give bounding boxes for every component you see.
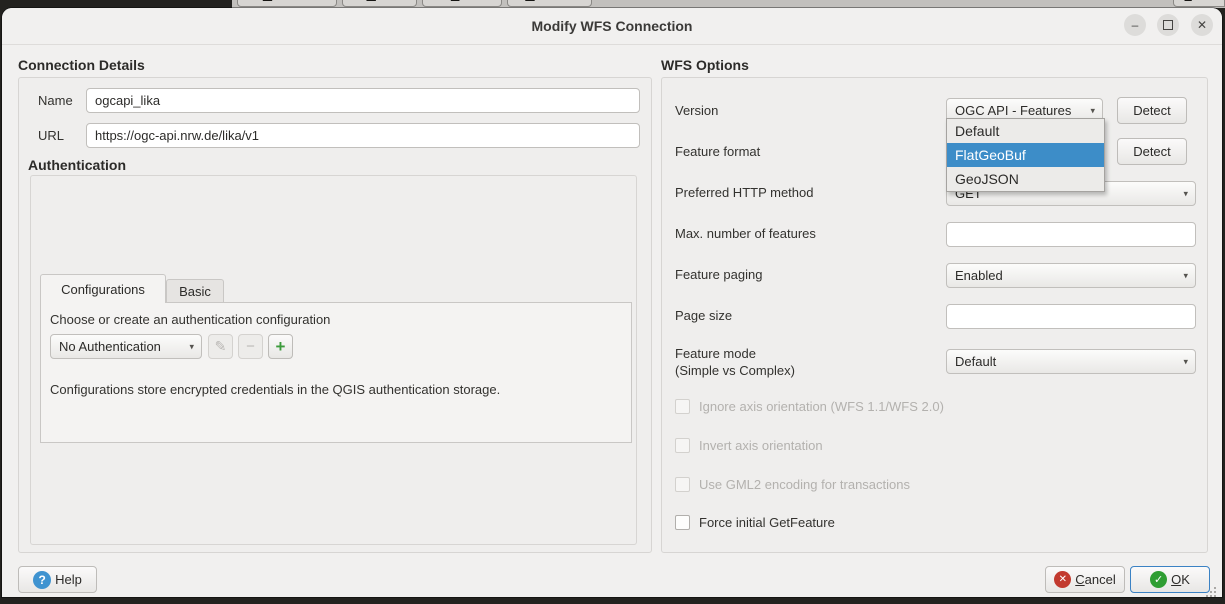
configurations-tab-panel: Choose or create an authentication confi… bbox=[40, 302, 632, 443]
feature-format-label: Feature format bbox=[675, 144, 760, 159]
maximize-button[interactable] bbox=[1157, 14, 1179, 36]
help-icon: ? bbox=[33, 571, 51, 589]
force-initial-getfeature-label: Force initial GetFeature bbox=[699, 515, 835, 530]
minimize-button[interactable]: – bbox=[1124, 14, 1146, 36]
help-label: Help bbox=[55, 572, 82, 587]
chevron-down-icon: ▾ bbox=[1183, 270, 1188, 281]
background-toolbar: Connect New Edit Remove Load bbox=[232, 0, 1225, 8]
feature-mode-select[interactable]: Default ▾ bbox=[946, 349, 1196, 374]
feature-paging-value: Enabled bbox=[955, 268, 1003, 283]
feature-mode-value: Default bbox=[955, 354, 996, 369]
help-button[interactable]: ? Help bbox=[18, 566, 97, 593]
max-features-input[interactable] bbox=[946, 222, 1196, 247]
ok-button[interactable]: ✓ OK bbox=[1130, 566, 1210, 593]
auth-config-select[interactable]: No Authentication ▾ bbox=[50, 334, 202, 359]
close-icon: ✕ bbox=[1197, 18, 1207, 32]
plus-icon: + bbox=[276, 337, 286, 357]
feature-format-detect-button[interactable]: Detect bbox=[1117, 138, 1187, 165]
background-remove-button[interactable]: Remove bbox=[507, 0, 592, 7]
minus-icon: − bbox=[246, 338, 255, 355]
background-edit-button[interactable]: Edit bbox=[422, 0, 502, 7]
dropdown-item-geojson[interactable]: GeoJSON bbox=[947, 167, 1104, 191]
http-method-label: Preferred HTTP method bbox=[675, 185, 813, 200]
dropdown-item-flatgeobuf[interactable]: FlatGeoBuf bbox=[947, 143, 1104, 167]
choose-config-label: Choose or create an authentication confi… bbox=[50, 312, 330, 327]
tab-configurations[interactable]: Configurations bbox=[40, 274, 166, 303]
name-input[interactable] bbox=[86, 88, 640, 113]
gml2-encoding-label: Use GML2 encoding for transactions bbox=[699, 477, 910, 492]
name-label: Name bbox=[38, 93, 73, 108]
max-features-label: Max. number of features bbox=[675, 226, 816, 241]
titlebar[interactable]: Modify WFS Connection – ✕ bbox=[2, 8, 1222, 45]
version-dropdown-popup: Default FlatGeoBuf GeoJSON bbox=[946, 118, 1105, 192]
checkbox-ignore-axis-orientation bbox=[675, 399, 690, 414]
modify-wfs-connection-dialog: Modify WFS Connection – ✕ Connection Det… bbox=[2, 8, 1222, 597]
url-label: URL bbox=[38, 128, 64, 143]
version-detect-button[interactable]: Detect bbox=[1117, 97, 1187, 124]
close-button[interactable]: ✕ bbox=[1191, 14, 1213, 36]
version-value: OGC API - Features bbox=[955, 103, 1071, 118]
chevron-down-icon: ▾ bbox=[1090, 105, 1095, 116]
minimize-icon: – bbox=[1132, 18, 1139, 32]
edit-config-button: ✎ bbox=[208, 334, 233, 359]
chevron-down-icon: ▾ bbox=[1183, 356, 1188, 367]
tab-configurations-label: Configurations bbox=[61, 282, 145, 297]
version-label: Version bbox=[675, 103, 718, 118]
resize-grip[interactable] bbox=[1205, 586, 1219, 600]
dropdown-item-default[interactable]: Default bbox=[947, 119, 1104, 143]
auth-config-value: No Authentication bbox=[59, 339, 161, 354]
config-storage-note: Configurations store encrypted credentia… bbox=[50, 382, 500, 397]
page-size-input[interactable] bbox=[946, 304, 1196, 329]
add-config-button[interactable]: + bbox=[268, 334, 293, 359]
feature-paging-label: Feature paging bbox=[675, 267, 762, 282]
tab-basic-label: Basic bbox=[179, 284, 211, 299]
checkbox-invert-axis-orientation bbox=[675, 438, 690, 453]
cancel-icon: ✕ bbox=[1054, 571, 1071, 588]
feature-paging-select[interactable]: Enabled ▾ bbox=[946, 263, 1196, 288]
connect-label: C bbox=[263, 0, 272, 2]
wfs-options-header: WFS Options bbox=[661, 57, 749, 73]
page-size-label: Page size bbox=[675, 308, 732, 323]
url-input[interactable] bbox=[86, 123, 640, 148]
cancel-button[interactable]: ✕ Cancel bbox=[1045, 566, 1125, 593]
chevron-down-icon: ▾ bbox=[189, 341, 194, 352]
connection-details-header: Connection Details bbox=[18, 57, 145, 73]
check-icon: ✓ bbox=[1150, 571, 1167, 588]
pencil-icon: ✎ bbox=[215, 338, 227, 355]
tab-basic[interactable]: Basic bbox=[166, 279, 224, 302]
checkbox-gml2-encoding bbox=[675, 477, 690, 492]
maximize-icon bbox=[1163, 20, 1173, 30]
dialog-title: Modify WFS Connection bbox=[2, 8, 1222, 44]
chevron-down-icon: ▾ bbox=[1183, 188, 1188, 199]
background-new-button[interactable]: New bbox=[342, 0, 417, 7]
ignore-axis-orientation-label: Ignore axis orientation (WFS 1.1/WFS 2.0… bbox=[699, 399, 944, 414]
background-load-button[interactable]: Load bbox=[1173, 0, 1225, 7]
checkbox-force-initial-getfeature[interactable] bbox=[675, 515, 690, 530]
authentication-header: Authentication bbox=[28, 157, 126, 173]
background-connect-button[interactable]: Connect bbox=[237, 0, 337, 7]
feature-mode-label: Feature mode (Simple vs Complex) bbox=[675, 345, 795, 379]
invert-axis-orientation-label: Invert axis orientation bbox=[699, 438, 823, 453]
remove-config-button: − bbox=[238, 334, 263, 359]
